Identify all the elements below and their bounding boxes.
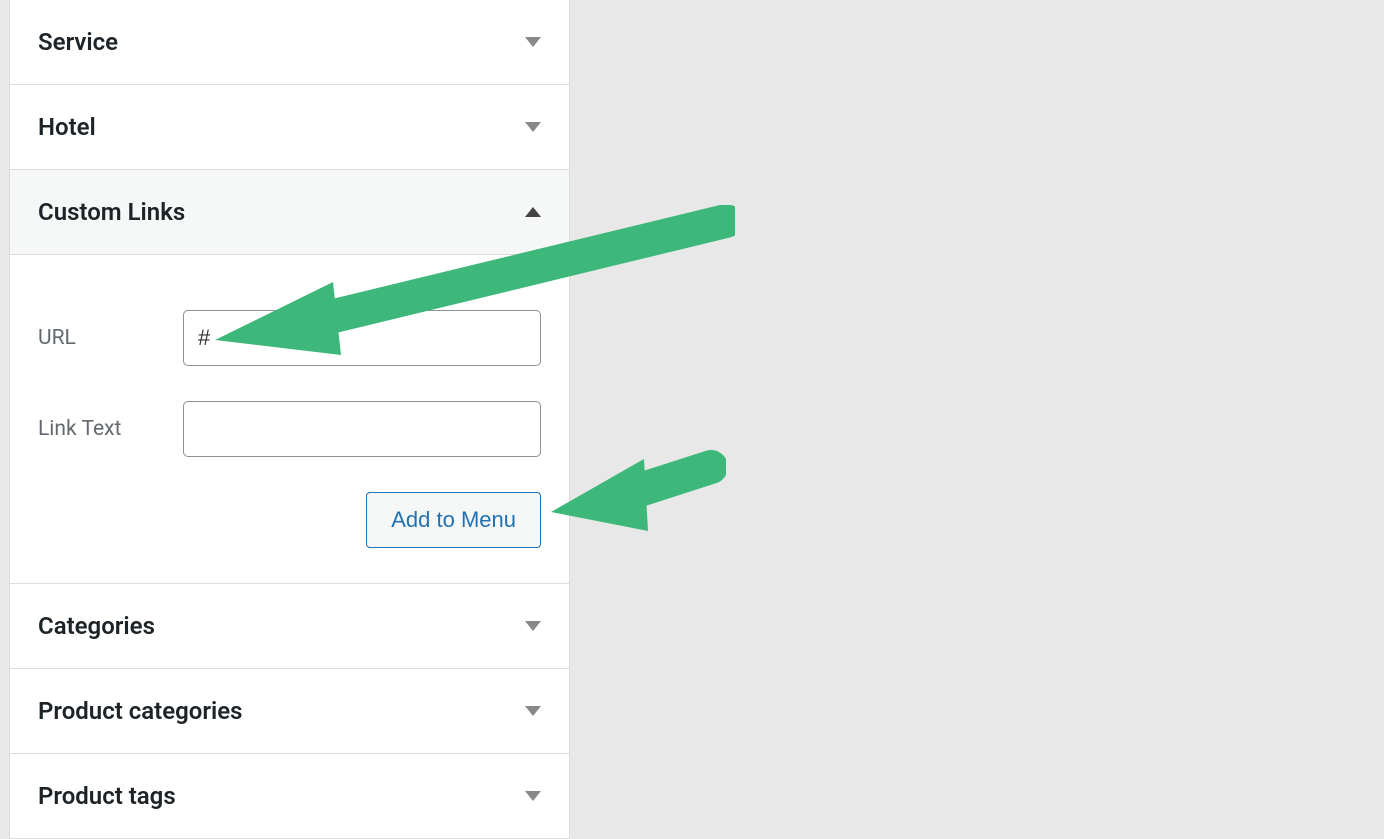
accordion-title-product-categories: Product categories	[38, 697, 242, 725]
accordion-product-categories[interactable]: Product categories	[9, 669, 570, 754]
chevron-down-icon	[525, 122, 541, 132]
accordion-title-hotel: Hotel	[38, 113, 96, 141]
chevron-up-icon	[525, 207, 541, 217]
link-text-label: Link Text	[38, 417, 183, 441]
annotation-arrow-add	[551, 445, 726, 545]
url-label: URL	[38, 326, 183, 350]
link-text-input[interactable]	[183, 401, 541, 457]
chevron-down-icon	[525, 37, 541, 47]
accordion-title-categories: Categories	[38, 612, 155, 640]
url-input[interactable]	[183, 310, 541, 366]
chevron-down-icon	[525, 621, 541, 631]
add-to-menu-button[interactable]: Add to Menu	[366, 492, 541, 548]
accordion-title-service: Service	[38, 28, 118, 56]
button-row: Add to Menu	[38, 492, 541, 548]
accordion-hotel[interactable]: Hotel	[9, 85, 570, 170]
chevron-down-icon	[525, 706, 541, 716]
menu-panel-container: Service Hotel Custom Links URL Link Text…	[9, 0, 570, 839]
accordion-title-custom-links: Custom Links	[38, 198, 185, 226]
accordion-product-tags[interactable]: Product tags	[9, 754, 570, 839]
link-text-row: Link Text	[38, 401, 541, 457]
accordion-service[interactable]: Service	[9, 0, 570, 85]
accordion-title-product-tags: Product tags	[38, 782, 176, 810]
chevron-down-icon	[525, 791, 541, 801]
accordion-custom-links[interactable]: Custom Links	[9, 170, 570, 255]
url-row: URL	[38, 310, 541, 366]
accordion-categories[interactable]: Categories	[9, 584, 570, 669]
custom-links-content: URL Link Text Add to Menu	[9, 255, 570, 584]
